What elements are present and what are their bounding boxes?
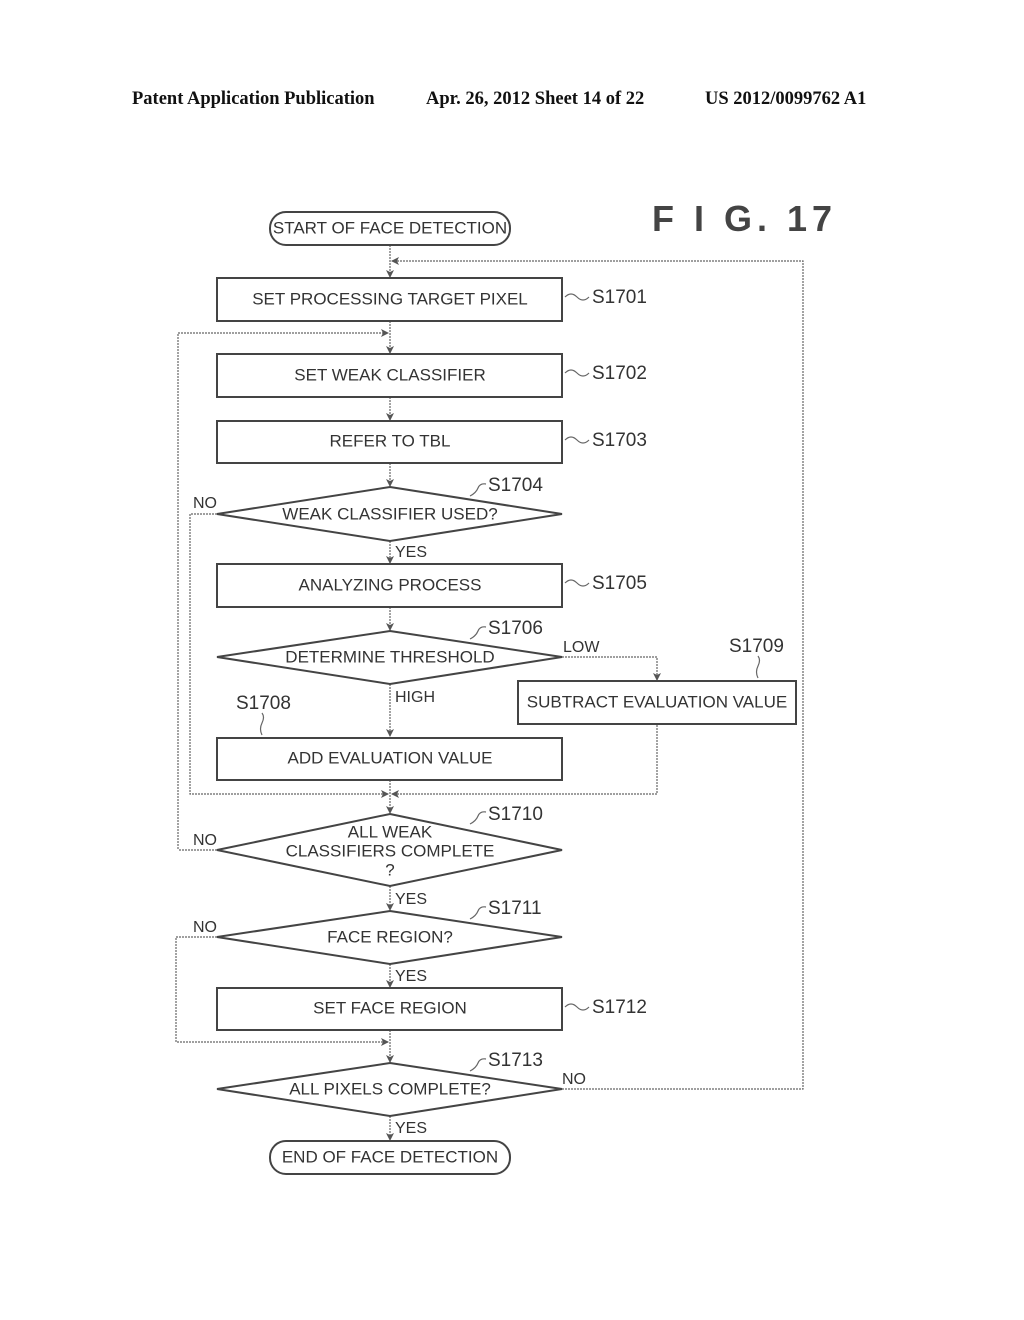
step-s1706: S1706 bbox=[488, 618, 543, 639]
node-s1702-label: SET WEAK CLASSIFIER bbox=[294, 365, 485, 384]
step-s1713: S1713 bbox=[488, 1050, 543, 1071]
node-s1706-label: DETERMINE THRESHOLD bbox=[285, 647, 494, 666]
node-s1701-label: SET PROCESSING TARGET PIXEL bbox=[252, 289, 528, 308]
step-s1710: S1710 bbox=[488, 804, 543, 825]
node-s1713: ALL PIXELS COMPLETE? S1713 NO YES bbox=[216, 1050, 586, 1137]
node-s1702: SET WEAK CLASSIFIER S1702 bbox=[216, 353, 647, 398]
edge-label-s1704-no: NO bbox=[193, 495, 217, 512]
node-s1709-label: SUBTRACT EVALUATION VALUE bbox=[527, 692, 787, 711]
node-s1705: ANALYZING PROCESS S1705 bbox=[216, 563, 647, 608]
step-s1712: S1712 bbox=[592, 997, 647, 1018]
flowchart: START OF FACE DETECTION SET PROCESSING T… bbox=[175, 211, 804, 1175]
node-s1713-label: ALL PIXELS COMPLETE? bbox=[289, 1079, 491, 1098]
edge-s1706-low bbox=[562, 656, 661, 681]
node-s1705-label: ANALYZING PROCESS bbox=[299, 575, 482, 594]
edge-label-s1704-yes: YES bbox=[395, 544, 427, 561]
step-s1709: S1709 bbox=[729, 636, 784, 657]
node-s1710-label-line3: ? bbox=[385, 860, 394, 879]
step-s1708: S1708 bbox=[236, 693, 291, 714]
node-s1710-label-line2: CLASSIFIERS COMPLETE bbox=[286, 841, 495, 860]
edge-label-s1711-yes: YES bbox=[395, 968, 427, 985]
node-start-label: START OF FACE DETECTION bbox=[273, 218, 507, 237]
node-s1708-label: ADD EVALUATION VALUE bbox=[288, 748, 493, 767]
node-s1712-label: SET FACE REGION bbox=[313, 998, 467, 1017]
node-s1712: SET FACE REGION S1712 bbox=[216, 987, 647, 1031]
node-s1710-label-line1: ALL WEAK bbox=[348, 822, 433, 841]
node-end-label: END OF FACE DETECTION bbox=[282, 1147, 498, 1166]
step-s1704: S1704 bbox=[488, 475, 543, 496]
step-s1703: S1703 bbox=[592, 430, 647, 451]
node-end: END OF FACE DETECTION bbox=[269, 1140, 511, 1175]
edge-label-s1711-no: NO bbox=[193, 919, 217, 936]
node-s1701: SET PROCESSING TARGET PIXEL S1701 bbox=[216, 277, 647, 322]
node-s1704: WEAK CLASSIFIER USED? S1704 NO YES bbox=[193, 475, 563, 561]
node-s1703-label: REFER TO TBL bbox=[330, 431, 451, 450]
node-s1703: REFER TO TBL S1703 bbox=[216, 420, 647, 464]
edge-label-s1713-yes: YES bbox=[395, 1120, 427, 1137]
node-s1711: FACE REGION? S1711 NO YES bbox=[193, 898, 563, 985]
edge-label-s1706-low: LOW bbox=[563, 639, 600, 656]
step-s1702: S1702 bbox=[592, 363, 647, 384]
node-s1710: ALL WEAK CLASSIFIERS COMPLETE ? S1710 NO… bbox=[193, 804, 563, 908]
node-s1704-label: WEAK CLASSIFIER USED? bbox=[282, 504, 497, 523]
edge-label-s1713-no: NO bbox=[562, 1071, 586, 1088]
node-s1709: SUBTRACT EVALUATION VALUE S1709 bbox=[517, 636, 797, 725]
node-start: START OF FACE DETECTION bbox=[269, 211, 511, 246]
edge-label-s1710-no: NO bbox=[193, 832, 217, 849]
node-s1711-label: FACE REGION? bbox=[327, 927, 453, 946]
edge-label-s1706-high: HIGH bbox=[395, 689, 435, 706]
step-s1705: S1705 bbox=[592, 573, 647, 594]
step-s1701: S1701 bbox=[592, 287, 647, 308]
step-s1711: S1711 bbox=[488, 898, 542, 919]
edge-label-s1710-yes: YES bbox=[395, 891, 427, 908]
